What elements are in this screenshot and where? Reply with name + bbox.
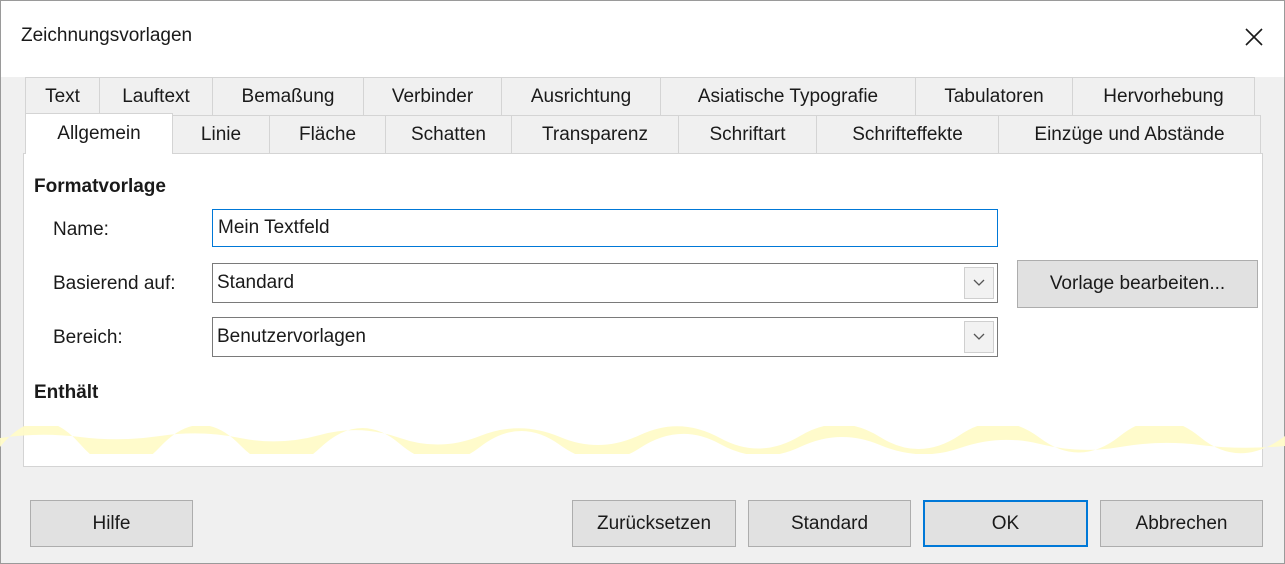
tab-einzuege-und-abstaende[interactable]: Einzüge und Abstände [998,115,1261,153]
tab-text[interactable]: Text [25,77,100,115]
standard-button[interactable]: Standard [748,500,911,547]
help-button[interactable]: Hilfe [30,500,193,547]
tab-schatten[interactable]: Schatten [385,115,512,153]
dialog-window: Zeichnungsvorlagen Text Lauftext Bemaßun… [0,0,1285,564]
section-contains-heading: Enthält [34,382,99,403]
based-on-dropdown-button[interactable] [964,267,994,299]
edit-style-button[interactable]: Vorlage bearbeiten... [1017,260,1258,308]
tab-bemassung[interactable]: Bemaßung [212,77,364,115]
tab-verbinder[interactable]: Verbinder [363,77,502,115]
based-on-label: Basierend auf: [53,273,176,294]
tab-ausrichtung[interactable]: Ausrichtung [501,77,661,115]
category-dropdown-button[interactable] [964,321,994,353]
title-bar: Zeichnungsvorlagen [1,1,1284,77]
name-input[interactable]: Mein Textfeld [212,209,998,247]
based-on-value: Standard [217,272,295,293]
tab-row-2: Allgemein Linie Fläche Schatten Transpar… [25,113,1261,154]
ok-button[interactable]: OK [923,500,1088,547]
tab-transparenz[interactable]: Transparenz [511,115,679,153]
category-select[interactable]: Benutzervorlagen [212,317,998,357]
tab-lauftext[interactable]: Lauftext [99,77,213,115]
category-value: Benutzervorlagen [217,326,366,347]
tab-panel-allgemein: Formatvorlage Name: Mein Textfeld Basier… [23,153,1263,467]
reset-button[interactable]: Zurücksetzen [572,500,736,547]
close-button[interactable] [1232,15,1276,59]
tab-allgemein[interactable]: Allgemein [25,113,173,154]
tab-asiatische-typografie[interactable]: Asiatische Typografie [660,77,916,115]
tab-schriftart[interactable]: Schriftart [678,115,817,153]
tab-schrifteffekte[interactable]: Schrifteffekte [816,115,999,153]
close-icon [1245,28,1263,46]
tab-tabulatoren[interactable]: Tabulatoren [915,77,1073,115]
tab-linie[interactable]: Linie [172,115,270,153]
chevron-down-icon [973,279,985,286]
tab-flaeche[interactable]: Fläche [269,115,386,153]
chevron-down-icon [973,333,985,340]
tab-hervorhebung[interactable]: Hervorhebung [1072,77,1255,115]
cancel-button[interactable]: Abbrechen [1100,500,1263,547]
dialog-title: Zeichnungsvorlagen [21,25,193,46]
based-on-select[interactable]: Standard [212,263,998,303]
tab-row-1: Text Lauftext Bemaßung Verbinder Ausrich… [25,77,1255,115]
section-formatvorlage-heading: Formatvorlage [34,176,166,197]
category-label: Bereich: [53,327,123,348]
name-label: Name: [53,219,109,240]
